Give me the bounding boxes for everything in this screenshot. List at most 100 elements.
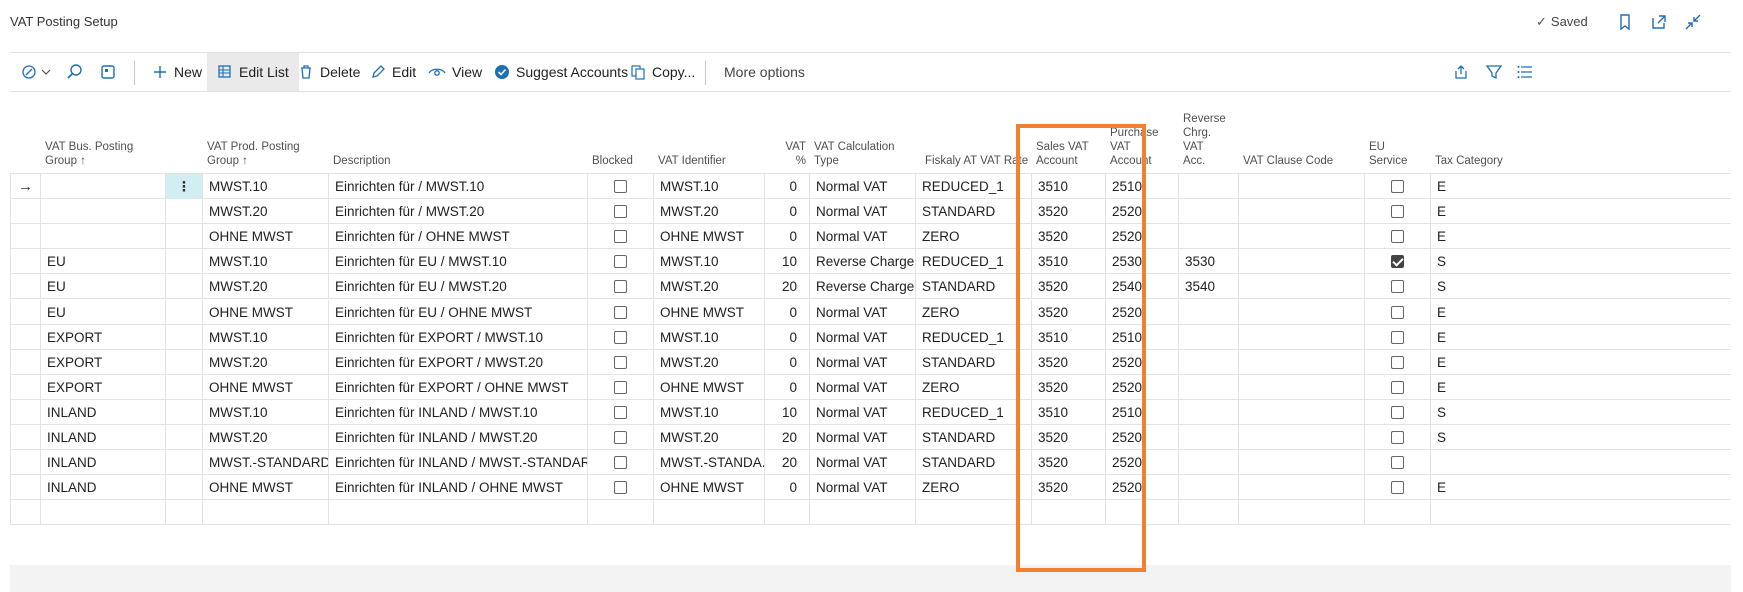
- cell-vat-pct[interactable]: 10: [764, 249, 809, 275]
- cell-calc-type[interactable]: Reverse Charge ...: [809, 249, 915, 275]
- row-actions-menu[interactable]: [165, 475, 202, 501]
- cell-calc-type[interactable]: Normal VAT: [809, 475, 915, 501]
- cell-eu-service[interactable]: [1364, 324, 1430, 350]
- row-selector[interactable]: [10, 399, 40, 425]
- table-row[interactable]: INLAND OHNE MWST Einrichten für INLAND / O…: [10, 475, 1731, 501]
- cell-bus-group[interactable]: EU: [40, 299, 165, 325]
- row-actions-menu[interactable]: ⋮: [165, 174, 202, 199]
- checkbox[interactable]: [1391, 380, 1404, 394]
- new-button[interactable]: New: [152, 53, 202, 91]
- cell-fiskaly-rate[interactable]: [915, 500, 1031, 526]
- cell-eu-service[interactable]: [1364, 500, 1430, 526]
- cell-vat-identifier[interactable]: MWST.10: [653, 399, 764, 425]
- cell-prod-group[interactable]: OHNE MWST: [202, 299, 328, 325]
- cell-reverse-charge[interactable]: [1178, 199, 1238, 225]
- cell-fiskaly-rate[interactable]: ZERO: [915, 374, 1031, 400]
- cell-tax-category[interactable]: [1430, 500, 1731, 526]
- cell-description[interactable]: Einrichten für EU / MWST.20: [328, 274, 587, 300]
- cell-tax-category[interactable]: S: [1430, 274, 1731, 300]
- col-header-description[interactable]: Description: [333, 154, 391, 168]
- cell-eu-service[interactable]: [1364, 249, 1430, 275]
- cell-vat-identifier[interactable]: OHNE MWST: [653, 374, 764, 400]
- row-selector[interactable]: [10, 349, 40, 375]
- cell-clause-code[interactable]: [1238, 299, 1364, 325]
- checkbox[interactable]: [1391, 456, 1404, 470]
- checkbox[interactable]: [1391, 330, 1404, 344]
- table-row[interactable]: INLAND MWST.-STANDARD Einrichten für INLAN…: [10, 450, 1731, 476]
- view-button[interactable]: View: [428, 53, 482, 91]
- row-selector[interactable]: [10, 224, 40, 250]
- cell-prod-group[interactable]: MWST.10: [202, 249, 328, 275]
- checkbox[interactable]: [1391, 180, 1404, 193]
- row-selector[interactable]: [10, 324, 40, 350]
- cell-vat-pct[interactable]: 0: [764, 475, 809, 501]
- cell-vat-pct[interactable]: 0: [764, 299, 809, 325]
- delete-button[interactable]: Delete: [298, 53, 360, 91]
- cell-clause-code[interactable]: [1238, 324, 1364, 350]
- edit-list-button[interactable]: Edit List: [207, 53, 299, 91]
- row-selector[interactable]: [10, 475, 40, 501]
- cell-tax-category[interactable]: S: [1430, 399, 1731, 425]
- cell-clause-code[interactable]: [1238, 224, 1364, 250]
- table-row[interactable]: EU MWST.10 Einrichten für EU / MWST.10 MWST…: [10, 249, 1731, 275]
- cell-vat-identifier[interactable]: MWST.10: [653, 174, 764, 199]
- cell-vat-identifier[interactable]: MWST.20: [653, 199, 764, 225]
- cell-blocked[interactable]: [587, 199, 653, 225]
- table-row[interactable]: → ⋮ MWST.10 Einrichten für / MWST.10 MWST.10…: [10, 174, 1731, 200]
- cell-prod-group[interactable]: MWST.20: [202, 274, 328, 300]
- checkbox[interactable]: [1391, 205, 1404, 219]
- cell-description[interactable]: Einrichten für EU / OHNE MWST: [328, 299, 587, 325]
- cell-prod-group[interactable]: MWST.20: [202, 349, 328, 375]
- col-header-eu-service[interactable]: EU Service: [1369, 140, 1407, 168]
- cell-reverse-charge[interactable]: 3530: [1178, 249, 1238, 275]
- cell-calc-type[interactable]: Normal VAT: [809, 425, 915, 450]
- checkbox[interactable]: [1391, 305, 1404, 319]
- row-selector[interactable]: [10, 299, 40, 325]
- checkbox[interactable]: [614, 355, 627, 369]
- checkbox[interactable]: [614, 405, 627, 419]
- cell-prod-group[interactable]: OHNE MWST: [202, 374, 328, 400]
- table-row[interactable]: EU OHNE MWST Einrichten für EU / OHNE MWST…: [10, 299, 1731, 325]
- table-row[interactable]: OHNE MWST Einrichten für / OHNE MWST OHNE …: [10, 224, 1731, 250]
- more-options-button[interactable]: More options: [724, 53, 805, 91]
- cell-clause-code[interactable]: [1238, 274, 1364, 300]
- col-header-clause-code[interactable]: VAT Clause Code: [1243, 154, 1333, 168]
- cell-reverse-charge[interactable]: [1178, 450, 1238, 476]
- checkbox[interactable]: [614, 255, 627, 269]
- cell-vat-pct[interactable]: 20: [764, 425, 809, 450]
- cell-bus-group[interactable]: INLAND: [40, 475, 165, 501]
- cell-tax-category[interactable]: E: [1430, 224, 1731, 250]
- checkbox[interactable]: [1391, 481, 1404, 495]
- search-button[interactable]: [66, 53, 90, 91]
- cell-fiskaly-rate[interactable]: ZERO: [915, 299, 1031, 325]
- cell-calc-type[interactable]: Normal VAT: [809, 349, 915, 375]
- table-row[interactable]: INLAND MWST.20 Einrichten für INLAND / MWS…: [10, 425, 1731, 451]
- cell-tax-category[interactable]: [1430, 450, 1731, 476]
- cell-eu-service[interactable]: [1364, 274, 1430, 300]
- filter-button[interactable]: [1485, 53, 1509, 91]
- row-actions-menu[interactable]: [165, 224, 202, 250]
- cell-bus-group[interactable]: EXPORT: [40, 324, 165, 350]
- cell-clause-code[interactable]: [1238, 174, 1364, 199]
- table-row[interactable]: EXPORT MWST.20 Einrichten für EXPORT / MWS…: [10, 349, 1731, 375]
- cell-blocked[interactable]: [587, 274, 653, 300]
- edit-button[interactable]: Edit: [370, 53, 416, 91]
- cell-bus-group[interactable]: EXPORT: [40, 349, 165, 375]
- cell-prod-group[interactable]: MWST.20: [202, 199, 328, 225]
- row-actions-menu[interactable]: [165, 450, 202, 476]
- checkbox[interactable]: [614, 180, 627, 193]
- cell-calc-type[interactable]: Normal VAT: [809, 174, 915, 199]
- copy-button[interactable]: Copy...: [630, 53, 695, 91]
- cell-blocked[interactable]: [587, 299, 653, 325]
- row-actions-menu[interactable]: [165, 399, 202, 425]
- cell-description[interactable]: Einrichten für INLAND / OHNE MWST: [328, 475, 587, 501]
- table-row[interactable]: MWST.20 Einrichten für / MWST.20 MWST.20 0 N…: [10, 199, 1731, 225]
- personalize-dropdown[interactable]: [20, 53, 60, 91]
- cell-eu-service[interactable]: [1364, 224, 1430, 250]
- checkbox[interactable]: [614, 380, 627, 394]
- cell-vat-identifier[interactable]: MWST.-STANDA...: [653, 450, 764, 476]
- cell-bus-group[interactable]: [40, 500, 165, 526]
- cell-bus-group[interactable]: INLAND: [40, 450, 165, 476]
- cell-fiskaly-rate[interactable]: REDUCED_1: [915, 174, 1031, 199]
- cell-bus-group[interactable]: INLAND: [40, 399, 165, 425]
